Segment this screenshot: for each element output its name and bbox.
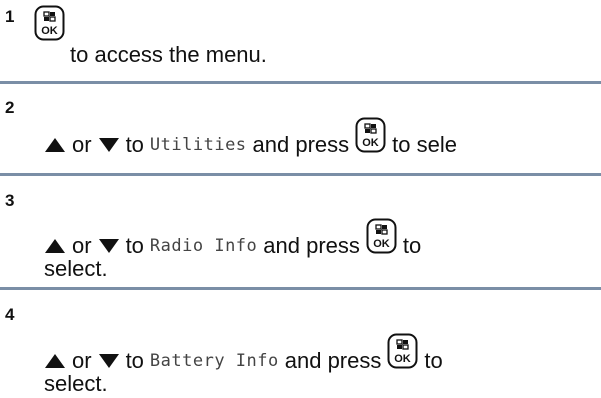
step-text: to access the menu.: [70, 42, 267, 67]
and-press-text: and press: [252, 132, 350, 157]
ok-menu-key-icon: OK: [366, 218, 397, 254]
step-1: 1 OK to access the menu.: [0, 0, 601, 75]
instruction-page: 1 OK to access the menu. 2 or to Utiliti…: [0, 0, 601, 398]
step-number: 4: [5, 305, 15, 324]
up-arrow-icon: [45, 239, 65, 253]
step-1-text: to access the menu.: [70, 42, 601, 68]
continuation-text: select.: [44, 371, 108, 396]
continuation-text: select.: [44, 256, 108, 281]
menu-item-utilities: Utilities: [149, 135, 247, 155]
step-number: 2: [5, 98, 15, 117]
step-4: 4 or to Battery Info and press OK to sel…: [0, 290, 601, 398]
ok-menu-key-icon: OK: [387, 333, 418, 369]
step-2-text: or to Utilities and press OK to sele: [44, 117, 601, 163]
trailing-text: to sele: [392, 132, 457, 157]
up-arrow-icon: [45, 138, 65, 152]
step-3-continuation: select.: [44, 256, 601, 282]
step-3: 3 or to Radio Info and press OK to selec…: [0, 176, 601, 284]
or-text: or: [72, 132, 92, 157]
svg-text:OK: OK: [373, 238, 390, 250]
ok-menu-key-icon: OK: [34, 5, 65, 41]
to-text: to: [125, 132, 144, 157]
svg-text:OK: OK: [395, 353, 412, 365]
down-arrow-icon: [98, 354, 119, 368]
svg-text:OK: OK: [41, 25, 58, 37]
step-number: 3: [5, 191, 15, 210]
step-2: 2 or to Utilities and press OK to sele: [0, 84, 601, 170]
step-number: 1: [5, 7, 15, 26]
svg-text:OK: OK: [362, 137, 379, 149]
ok-menu-key-icon: OK: [355, 117, 386, 153]
step-4-continuation: select.: [44, 371, 601, 397]
up-arrow-icon: [45, 354, 65, 368]
down-arrow-icon: [98, 138, 119, 152]
down-arrow-icon: [98, 239, 119, 253]
